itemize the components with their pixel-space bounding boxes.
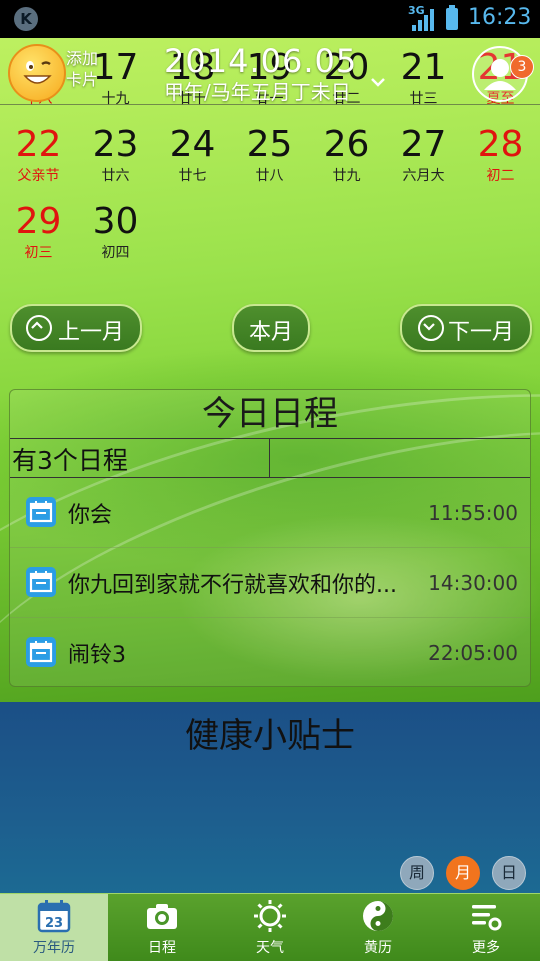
more-settings-icon bbox=[472, 905, 502, 931]
health-tips-section: 健康小贴士 周 月 日 bbox=[0, 702, 540, 894]
battery-icon bbox=[446, 5, 458, 30]
calendar-day[interactable]: 27 六月大 bbox=[385, 125, 462, 185]
svg-text:23: 23 bbox=[45, 916, 63, 931]
health-tips-title: 健康小贴士 bbox=[185, 716, 355, 756]
app-notification-icon: K bbox=[14, 7, 38, 31]
camera-icon bbox=[147, 904, 177, 929]
tab-weather[interactable]: 天气 bbox=[216, 894, 324, 961]
schedule-item[interactable]: 你九回到家就不行就喜欢和你的... 14:30:00 bbox=[10, 547, 530, 618]
schedule-item-title: 你九回到家就不行就喜欢和你的... bbox=[68, 573, 397, 598]
clock: 16:23 bbox=[468, 5, 532, 30]
notification-badge: 3 bbox=[510, 55, 534, 79]
calendar-day[interactable]: 25 廿八 bbox=[231, 125, 308, 185]
tab-calendar-label: 万年历 bbox=[33, 940, 75, 956]
schedule-title: 今日日程 bbox=[202, 394, 338, 434]
calendar-icon: 23 bbox=[37, 900, 71, 933]
schedule-item[interactable]: 闹铃3 22:05:00 bbox=[10, 617, 530, 686]
calendar-day[interactable]: 23 廿六 bbox=[77, 125, 154, 185]
tab-almanac-label: 黄历 bbox=[364, 940, 392, 956]
chevron-up-icon bbox=[26, 315, 52, 341]
calendar-day[interactable]: 24 廿七 bbox=[154, 125, 231, 185]
this-month-button[interactable]: 本月 bbox=[232, 304, 310, 352]
schedule-item[interactable]: 你会 11:55:00 bbox=[10, 477, 530, 548]
calendar-icon bbox=[26, 497, 56, 527]
tab-schedule-label: 日程 bbox=[148, 940, 176, 956]
status-bar: K 3G 16:23 bbox=[0, 0, 540, 38]
current-date[interactable]: 2014.06.05 bbox=[164, 42, 357, 80]
tab-schedule[interactable]: 日程 bbox=[108, 894, 216, 961]
calendar-week-row: 29 初三 30 初四 bbox=[0, 202, 540, 279]
segment-day[interactable]: 日 bbox=[492, 856, 526, 890]
add-card-button[interactable]: 添加卡片 bbox=[66, 48, 102, 90]
prev-month-label: 上一月 bbox=[58, 320, 125, 345]
chevron-down-icon bbox=[418, 315, 444, 341]
schedule-item-time: 14:30:00 bbox=[428, 571, 518, 595]
calendar-area: 16十八 17十九 18廿十 19廿一 20廿二 21廿三 21夏至 添加卡片 … bbox=[0, 38, 540, 702]
next-month-label: 下一月 bbox=[448, 320, 515, 345]
schedule-count: 有3个日程 bbox=[12, 446, 128, 475]
calendar-day[interactable]: 30 初四 bbox=[77, 202, 154, 262]
schedule-item-time: 22:05:00 bbox=[428, 641, 518, 665]
schedule-count-row: 有3个日程 bbox=[10, 438, 530, 478]
this-month-label: 本月 bbox=[249, 320, 294, 345]
signal-icon bbox=[412, 9, 436, 31]
bottom-tab-bar: 23 万年历 日程 天气 黄历 更多 bbox=[0, 893, 540, 961]
tab-more-label: 更多 bbox=[472, 940, 500, 956]
column-divider bbox=[269, 439, 270, 477]
sun-icon bbox=[254, 900, 286, 932]
tab-weather-label: 天气 bbox=[256, 940, 284, 956]
calendar-day[interactable]: 26 廿九 bbox=[308, 125, 385, 185]
schedule-item-title: 你会 bbox=[68, 503, 113, 528]
calendar-day[interactable]: 22 父亲节 bbox=[0, 125, 77, 185]
next-month-button[interactable]: 下一月 bbox=[400, 304, 532, 352]
calendar-icon bbox=[26, 637, 56, 667]
tab-more[interactable]: 更多 bbox=[432, 894, 540, 961]
tab-almanac[interactable]: 黄历 bbox=[324, 894, 432, 961]
calendar-day[interactable]: 29 初三 bbox=[0, 202, 77, 262]
add-card-label: 添加卡片 bbox=[66, 49, 99, 89]
schedule-item-title: 闹铃3 bbox=[68, 643, 126, 668]
prev-month-button[interactable]: 上一月 bbox=[10, 304, 142, 352]
segment-month[interactable]: 月 bbox=[446, 856, 480, 890]
smiley-avatar-icon[interactable] bbox=[8, 44, 66, 102]
chevron-down-icon[interactable] bbox=[370, 74, 386, 90]
calendar-icon bbox=[26, 567, 56, 597]
yin-yang-icon bbox=[363, 901, 393, 931]
today-schedule-panel: 今日日程 有3个日程 你会 11:55:00 你九回到家就不行就喜欢和你的...… bbox=[9, 389, 531, 687]
calendar-day[interactable]: 28 初二 bbox=[462, 125, 539, 185]
calendar-week-row: 22 父亲节 23 廿六 24 廿七 25 廿八 26 廿九 27 六月大 28 初二 bbox=[0, 125, 540, 202]
segment-week[interactable]: 周 bbox=[400, 856, 434, 890]
tab-calendar[interactable]: 23 万年历 bbox=[0, 894, 108, 961]
schedule-item-time: 11:55:00 bbox=[428, 501, 518, 525]
header-divider bbox=[0, 104, 540, 105]
calendar-day[interactable]: 21 廿三 bbox=[385, 48, 462, 108]
lunar-date: 甲午/马年五月丁未日 bbox=[164, 80, 351, 104]
